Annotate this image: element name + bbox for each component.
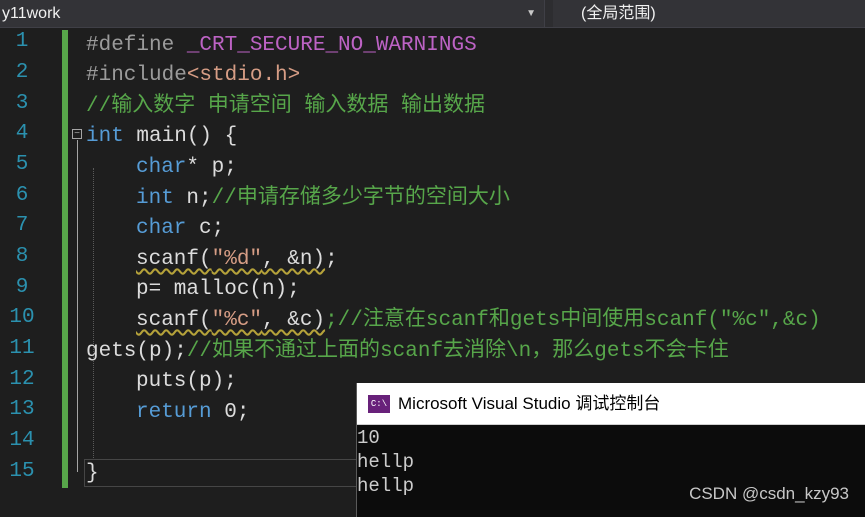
watermark: CSDN @csdn_kzy93: [689, 484, 849, 503]
macro-name: _CRT_SECURE_NO_WARNINGS: [174, 34, 477, 57]
code-text: , &c): [262, 309, 326, 332]
code-line-7[interactable]: char c;: [136, 214, 224, 244]
console-title-bar[interactable]: C:\ Microsoft Visual Studio 调试控制台: [357, 383, 865, 425]
code-line-5[interactable]: char* p;: [136, 153, 237, 183]
code-line-1[interactable]: #define _CRT_SECURE_NO_WARNINGS: [86, 31, 477, 61]
preprocessor-directive: #include: [86, 64, 187, 87]
code-line-15[interactable]: }: [86, 459, 99, 489]
comment: ;//注意在scanf和gets中间使用scanf("%c",&c): [325, 309, 821, 332]
code-line-12[interactable]: puts(p);: [136, 367, 237, 397]
code-text: puts(p);: [136, 370, 237, 393]
preprocessor-directive: #define: [86, 34, 175, 57]
console-output-line: hellp: [357, 451, 415, 473]
keyword: char: [136, 217, 187, 240]
code-line-13[interactable]: return 0;: [136, 398, 249, 428]
code-text: gets(p);: [86, 340, 187, 363]
code-text: ;: [325, 248, 338, 271]
code-line-6[interactable]: int n;//申请存储多少字节的空间大小: [136, 184, 510, 214]
keyword: char: [136, 156, 187, 179]
code-line-3[interactable]: //输入数字 申请空间 输入数据 输出数据: [86, 92, 485, 122]
keyword: int: [136, 187, 174, 210]
code-text: main() {: [123, 125, 238, 148]
keyword: return: [136, 401, 212, 424]
code-text: c;: [186, 217, 225, 240]
console-output-line: 10: [357, 427, 380, 449]
code-text: n;: [173, 187, 212, 210]
string-literal: "%c": [211, 309, 263, 332]
code-text: * p;: [186, 156, 237, 179]
include-header: <stdio.h>: [186, 64, 301, 87]
comment: //输入数字 申请空间 输入数据 输出数据: [86, 95, 486, 118]
console-output-line: hellp: [357, 475, 415, 497]
code-text: scanf(: [136, 248, 212, 271]
code-line-4[interactable]: int main() {: [86, 122, 237, 152]
code-line-8[interactable]: scanf("%d", &n);: [136, 245, 338, 275]
comment: //申请存储多少字节的空间大小: [211, 187, 510, 210]
console-app-icon: C:\: [368, 395, 390, 413]
code-text: , &n): [262, 248, 326, 271]
code-line-11[interactable]: gets(p);//如果不通过上面的scanf去消除\n，那么gets不会卡住: [86, 337, 729, 367]
comment: //如果不通过上面的scanf去消除\n，那么gets不会卡住: [186, 340, 729, 363]
console-title: Microsoft Visual Studio 调试控制台: [398, 394, 661, 413]
warning-squiggle: scanf("%d", &n): [136, 248, 325, 271]
code-text: }: [86, 462, 99, 485]
code-text: scanf(: [136, 309, 212, 332]
keyword: int: [86, 125, 124, 148]
warning-squiggle: scanf("%c", &c): [136, 309, 325, 332]
code-line-10[interactable]: scanf("%c", &c);//注意在scanf和gets中间使用scanf…: [136, 306, 821, 336]
string-literal: "%d": [211, 248, 263, 271]
code-text: 0;: [211, 401, 250, 424]
code-line-2[interactable]: #include<stdio.h>: [86, 61, 300, 91]
code-text: p= malloc(n);: [136, 278, 300, 301]
code-line-9[interactable]: p= malloc(n);: [136, 275, 300, 305]
